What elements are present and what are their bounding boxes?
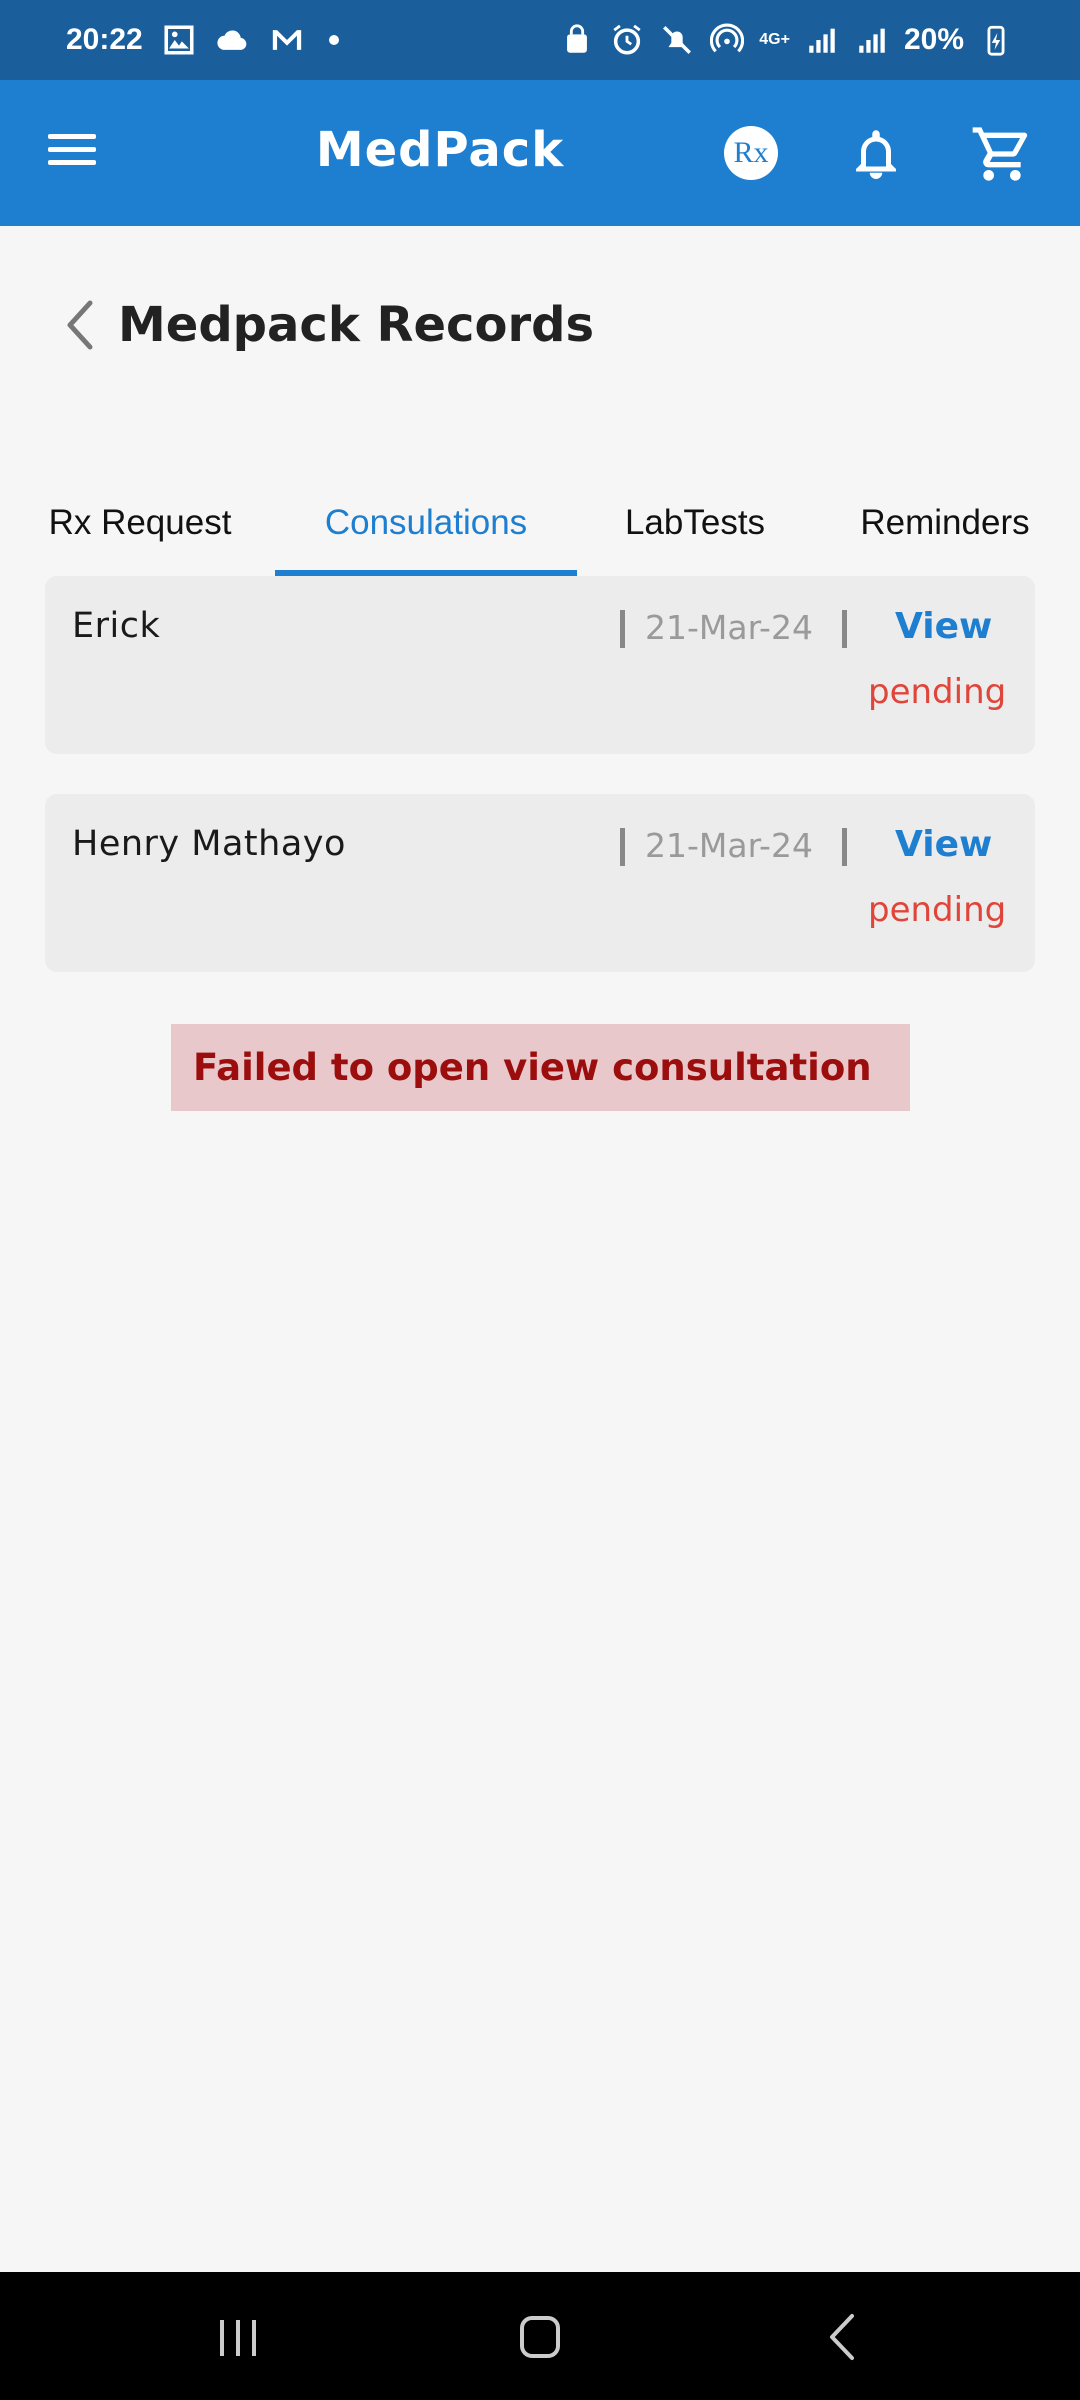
home-icon[interactable] [500, 2302, 580, 2372]
cloud-icon [215, 22, 251, 58]
system-nav-bar [0, 2272, 1080, 2400]
gallery-icon [161, 22, 197, 58]
toast-message: Failed to open view consultation [193, 1046, 872, 1089]
signal-icon [854, 22, 890, 58]
tab-lab-tests[interactable]: LabTests [605, 470, 785, 576]
prescription-icon[interactable]: Rx [724, 126, 778, 180]
patient-name: Henry Mathayo [72, 824, 346, 864]
status-badge: pending [868, 672, 1007, 712]
mail-icon [269, 22, 305, 58]
divider [620, 828, 625, 866]
signal-icon [804, 22, 840, 58]
recent-apps-icon[interactable] [198, 2302, 278, 2372]
battery-percent: 20% [903, 23, 964, 56]
back-nav-icon[interactable] [802, 2302, 882, 2372]
status-time: 20:22 [66, 23, 143, 56]
status-bar: 20:22 4G+ 20% [0, 0, 1080, 80]
consultation-date: 21-Mar-24 [645, 608, 813, 647]
tab-consultations[interactable]: Consulations [275, 470, 577, 576]
divider [842, 610, 847, 648]
battery-charging-icon [978, 22, 1014, 58]
hotspot-icon [709, 22, 745, 58]
page-title: Medpack Records [118, 297, 595, 353]
tab-rx-request[interactable]: Rx Request [40, 470, 240, 576]
status-badge: pending [868, 890, 1007, 930]
notification-dot-icon [328, 35, 339, 45]
lock-icon [559, 22, 595, 58]
cart-icon[interactable] [970, 122, 1034, 186]
consultation-card[interactable]: Henry Mathayo 21-Mar-24 View pending [45, 794, 1035, 972]
error-toast: Failed to open view consultation [171, 1024, 910, 1111]
tab-reminders[interactable]: Reminders [845, 470, 1045, 576]
consultation-card[interactable]: Erick 21-Mar-24 View pending [45, 576, 1035, 754]
alarm-icon [609, 22, 645, 58]
view-button[interactable]: View [895, 606, 992, 647]
mute-icon [659, 22, 695, 58]
view-button[interactable]: View [895, 824, 992, 865]
consultation-date: 21-Mar-24 [645, 826, 813, 865]
network-type: 4G+ [759, 31, 790, 48]
status-right: 4G+ 20% [559, 22, 1014, 58]
back-chevron-icon[interactable] [60, 295, 100, 355]
divider [620, 610, 625, 648]
divider [842, 828, 847, 866]
app-bar: MedPack Rx [0, 80, 1080, 226]
bell-icon[interactable] [846, 124, 906, 184]
page-header: Medpack Records [60, 290, 594, 360]
patient-name: Erick [72, 606, 161, 646]
tab-bar: Rx Request Consulations LabTests Reminde… [0, 470, 1080, 576]
status-left: 20:22 [66, 22, 339, 58]
